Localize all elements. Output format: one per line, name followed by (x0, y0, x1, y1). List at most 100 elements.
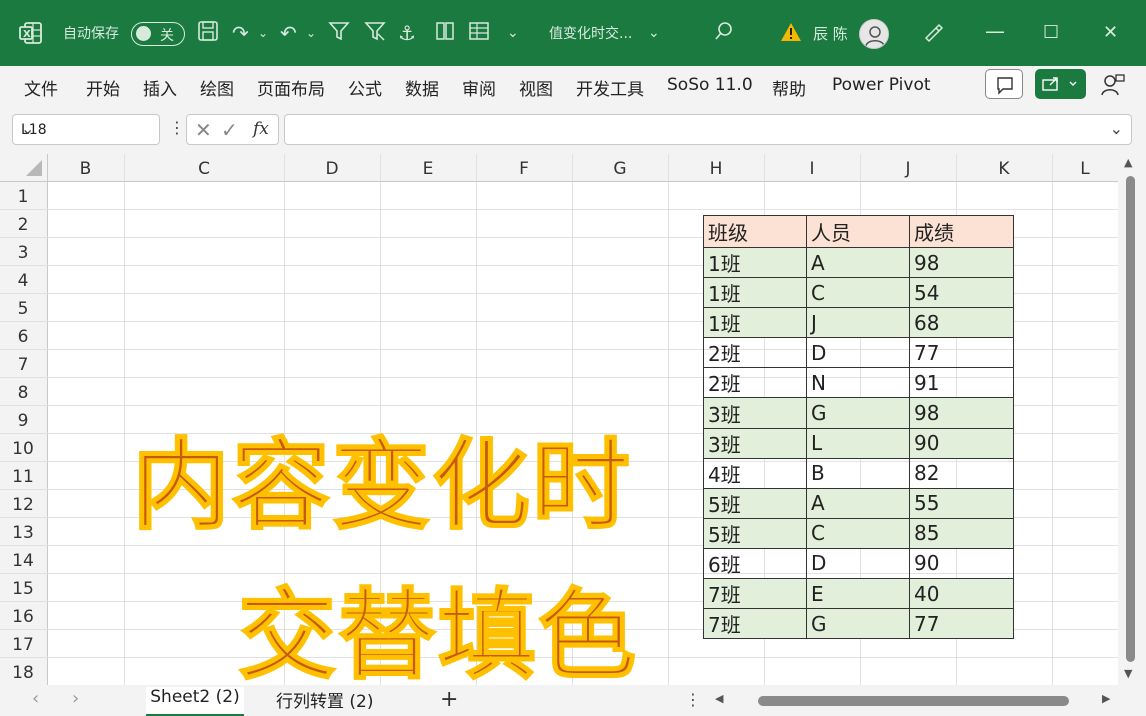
scroll-up-icon[interactable]: ▲ (1124, 156, 1132, 169)
expand-formula-icon[interactable]: ⌄ (1110, 119, 1123, 138)
table-cell[interactable]: J (806, 307, 910, 339)
table-cell[interactable]: A (806, 487, 910, 519)
collab-person-icon[interactable] (1100, 72, 1126, 98)
row-header-2[interactable]: 2 (18, 215, 29, 235)
table-cell[interactable]: G (806, 608, 910, 640)
column-header-H[interactable]: H (710, 159, 723, 179)
formula-input[interactable]: ⌄ (284, 114, 1132, 145)
scroll-left-icon[interactable]: ◀ (715, 692, 723, 705)
anchor-icon[interactable]: ⚓ (398, 20, 416, 46)
table-cell[interactable]: N (806, 367, 910, 399)
maximize-icon[interactable]: ☐ (1043, 20, 1059, 46)
filter-icon[interactable] (328, 20, 350, 42)
document-title[interactable]: 值变化时交... (549, 23, 632, 43)
row-header-9[interactable]: 9 (18, 411, 29, 431)
warning-icon[interactable] (780, 22, 802, 42)
column-header-J[interactable]: J (904, 159, 910, 179)
row-header-14[interactable]: 14 (12, 551, 34, 571)
row-header-13[interactable]: 13 (12, 523, 34, 543)
table-cell[interactable]: B (806, 457, 910, 489)
clear-filter-icon[interactable] (364, 20, 386, 42)
cancel-icon[interactable]: ✕ (195, 118, 212, 142)
table-cell[interactable]: 1班 (703, 277, 807, 309)
menu-draw[interactable]: 绘图 (200, 75, 234, 100)
table-cell[interactable]: 5班 (703, 487, 807, 519)
table-header-cell[interactable]: 人员 (806, 215, 910, 248)
undo-icon[interactable]: ↶ (280, 20, 297, 46)
form-icon[interactable] (468, 20, 490, 42)
menu-soso[interactable]: SoSo 11.0 (667, 75, 753, 95)
table-cell[interactable]: A (806, 246, 910, 279)
table-cell[interactable]: 6班 (703, 547, 807, 580)
table-cell[interactable]: G (806, 397, 910, 429)
table-cell[interactable]: C (806, 517, 910, 549)
vertical-scroll-thumb[interactable] (1126, 176, 1135, 662)
table-cell[interactable]: 7班 (703, 608, 807, 640)
menu-page-layout[interactable]: 页面布局 (257, 75, 325, 100)
chevron-down-icon[interactable]: ⌄ (21, 119, 153, 138)
tab-transpose[interactable]: 行列转置 (2) (276, 687, 373, 712)
more-tabs-icon[interactable]: ⋮ (685, 690, 701, 709)
table-cell[interactable]: 55 (909, 487, 1014, 519)
table-cell[interactable]: 77 (909, 337, 1014, 369)
close-icon[interactable]: ✕ (1103, 20, 1118, 46)
table-cell[interactable]: 4班 (703, 457, 807, 489)
row-header-4[interactable]: 4 (18, 271, 29, 291)
row-header-17[interactable]: 17 (12, 635, 34, 655)
worksheet-grid[interactable]: B C D E F G H I J K L 1 2 3 4 5 6 7 8 9 10 11 12 13 14 15 16 17 18 内… (0, 154, 1118, 685)
table-cell[interactable]: 3班 (703, 397, 807, 429)
row-header-12[interactable]: 12 (12, 495, 34, 515)
menu-review[interactable]: 审阅 (462, 75, 496, 100)
enter-check-icon[interactable]: ✓ (221, 118, 238, 142)
menu-data[interactable]: 数据 (405, 75, 439, 100)
table-cell[interactable]: 5班 (703, 517, 807, 549)
row-header-1[interactable]: 1 (18, 187, 29, 207)
row-header-7[interactable]: 7 (18, 355, 29, 375)
text-to-columns-icon[interactable] (434, 20, 456, 42)
tab-sheet2[interactable]: Sheet2 (2) (146, 687, 244, 716)
table-cell[interactable]: 40 (909, 578, 1014, 610)
table-cell[interactable]: 77 (909, 608, 1014, 640)
menu-home[interactable]: 开始 (86, 75, 120, 100)
data-table[interactable]: 班级 人员 成绩 1班 A 98 1班 C 54 1班 J 68 2班 D 77 2班 N 91 3班 G 98 3班 L 9… (703, 215, 1014, 640)
more-options-icon[interactable]: ⋮ (169, 118, 185, 137)
row-header-8[interactable]: 8 (18, 383, 29, 403)
comments-button[interactable] (985, 69, 1023, 99)
redo-dropdown-icon[interactable]: ⌄ (258, 20, 268, 46)
table-cell[interactable]: C (806, 277, 910, 309)
undo-dropdown-icon[interactable]: ⌄ (306, 20, 316, 46)
table-cell[interactable]: 90 (909, 547, 1014, 580)
name-box[interactable]: L18 ⌄ (12, 114, 160, 145)
table-cell[interactable]: 2班 (703, 337, 807, 369)
menu-help[interactable]: 帮助 (772, 75, 806, 100)
column-header-I[interactable]: I (809, 159, 814, 179)
search-icon[interactable] (713, 20, 735, 42)
vertical-scrollbar[interactable]: ▲ ▼ (1118, 154, 1146, 685)
row-header-16[interactable]: 16 (12, 607, 34, 627)
row-header-15[interactable]: 15 (12, 579, 34, 599)
table-cell[interactable]: 68 (909, 307, 1014, 339)
table-cell[interactable]: 82 (909, 457, 1014, 489)
row-header-3[interactable]: 3 (18, 243, 29, 263)
column-header-D[interactable]: D (325, 159, 338, 179)
scroll-down-icon[interactable]: ▼ (1124, 667, 1132, 680)
menu-file[interactable]: 文件 (24, 75, 58, 100)
column-header-L[interactable]: L (1080, 159, 1090, 179)
table-cell[interactable]: 85 (909, 517, 1014, 549)
add-sheet-button[interactable]: + (440, 687, 458, 712)
menu-developer[interactable]: 开发工具 (576, 75, 644, 100)
table-cell[interactable]: 54 (909, 277, 1014, 309)
table-cell[interactable]: E (806, 578, 910, 610)
menu-view[interactable]: 视图 (519, 75, 553, 100)
table-cell[interactable]: 90 (909, 427, 1014, 459)
row-header-5[interactable]: 5 (18, 299, 29, 319)
table-cell[interactable]: L (806, 427, 910, 459)
column-header-C[interactable]: C (198, 159, 210, 179)
title-dropdown-icon[interactable]: ⌄ (648, 20, 660, 46)
save-icon[interactable] (197, 20, 219, 42)
column-header-F[interactable]: F (519, 159, 529, 179)
menu-power-pivot[interactable]: Power Pivot (832, 75, 931, 95)
column-header-B[interactable]: B (80, 159, 92, 179)
row-header-6[interactable]: 6 (18, 327, 29, 347)
insert-function-button[interactable]: fx (253, 119, 269, 139)
